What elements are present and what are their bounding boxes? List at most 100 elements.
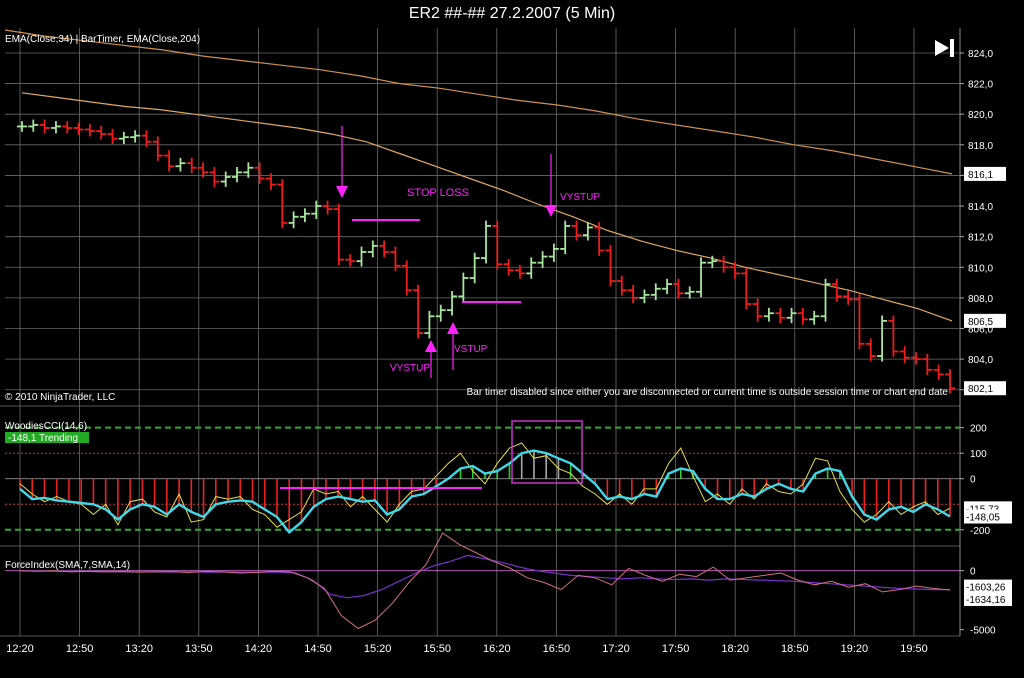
price-bar-66	[763, 307, 774, 322]
price-bar-50	[582, 222, 593, 241]
price-bar-39	[458, 272, 469, 302]
vstup-annotation: VSTUP	[454, 344, 488, 355]
price-bar-54	[628, 284, 639, 304]
price-bar-13	[164, 150, 175, 172]
price-bar-26	[311, 200, 322, 220]
force-tick-1: -5000	[970, 626, 996, 637]
price-bar-55	[639, 289, 650, 304]
cci-tick-0: 200	[970, 424, 987, 435]
price-bar-49	[571, 220, 582, 241]
last-price-tag: 802,1	[964, 381, 1006, 396]
price-tick-8: 808,0	[968, 294, 993, 305]
time-tick-14: 19:20	[841, 643, 869, 655]
price-bar-12	[152, 136, 163, 161]
grid-lines	[0, 28, 961, 637]
force-tick-0: 0	[970, 567, 976, 578]
price-tick-0: 824,0	[968, 49, 993, 60]
ema34-value-tag-text: 806,5	[968, 317, 993, 328]
price-bar-8	[107, 128, 118, 145]
price-tick-2: 820,0	[968, 110, 993, 121]
price-tick-6: 812,0	[968, 233, 993, 244]
force-value-tag-2: -1634,16	[964, 591, 1012, 606]
price-bar-15	[186, 157, 197, 174]
vystup-annotation-top: VYSTUP	[560, 192, 600, 203]
cci-tick-1: 100	[970, 449, 987, 460]
cci-indicator-label: WoodiesCCI(14,6)	[5, 421, 87, 432]
price-bar-28	[333, 203, 344, 265]
force-value-tag-2-text: -1634,16	[966, 595, 1006, 606]
price-bar-36	[424, 310, 435, 339]
price-bar-76	[877, 315, 888, 362]
price-bar-47	[548, 243, 559, 262]
price-bar-24	[288, 211, 299, 229]
price-bar-32	[379, 240, 390, 258]
time-tick-13: 18:50	[781, 643, 809, 655]
price-tick-10: 804,0	[968, 355, 993, 366]
price-bar-71	[820, 278, 831, 322]
price-bar-38	[447, 291, 458, 316]
time-tick-8: 16:20	[483, 643, 511, 655]
price-bar-65	[752, 298, 763, 322]
price-bar-7	[96, 125, 107, 140]
ema-204-line	[4, 29, 953, 175]
price-bar-79	[911, 352, 922, 365]
copyright-label: © 2010 NinjaTrader, LLC	[5, 392, 115, 403]
price-bar-62	[718, 255, 729, 273]
entry-arrow-head	[447, 322, 459, 334]
time-tick-9: 16:50	[543, 643, 571, 655]
ema-34-line	[21, 92, 953, 322]
price-bar-21	[254, 162, 265, 184]
price-bar-57	[662, 278, 673, 295]
ema204-value-tag-text: 816,1	[968, 170, 993, 181]
price-bar-74	[854, 294, 865, 350]
price-bar-35	[413, 284, 424, 339]
price-bar-52	[605, 245, 616, 287]
force-slow-line	[19, 554, 950, 599]
price-bar-6	[84, 124, 95, 137]
price-bar-1	[28, 119, 39, 132]
price-bar-40	[469, 252, 480, 284]
time-tick-2: 13:20	[125, 643, 153, 655]
price-bar-17	[209, 167, 220, 187]
price-bar-18	[220, 171, 231, 187]
price-bar-81	[933, 364, 944, 380]
cci-value-tag-2: -148,05	[964, 509, 1012, 524]
force-value-tag-1: -1603,26	[964, 579, 1012, 594]
price-bar-70	[809, 310, 820, 325]
cci-tick-2: 0	[970, 475, 976, 486]
price-bar-51	[594, 222, 605, 256]
force-indicator-label: ForceIndex(SMA,7,SMA,14)	[5, 560, 130, 571]
bar-timer-message: Bar timer disabled since either you are …	[467, 387, 949, 398]
price-bar-23	[277, 179, 288, 229]
price-bar-10	[130, 130, 141, 143]
price-bar-3	[50, 121, 61, 134]
skip-to-end-icon[interactable]	[935, 39, 954, 57]
price-bar-77	[888, 315, 899, 357]
force-value-tag-1-text: -1603,26	[966, 583, 1006, 594]
price-tick-3: 818,0	[968, 141, 993, 152]
cci-line	[19, 449, 951, 535]
time-tick-7: 15:50	[423, 643, 451, 655]
force-fast-line	[19, 532, 951, 630]
price-bar-78	[899, 346, 910, 363]
price-bar-60	[696, 257, 707, 298]
last-price-tag-text: 802,1	[968, 384, 993, 395]
exit-arrow-3-head	[425, 340, 437, 352]
exit-arrow-2	[545, 154, 557, 217]
price-bar-27	[322, 200, 333, 215]
price-bar-42	[492, 220, 503, 270]
price-bar-2	[39, 119, 50, 134]
price-bar-59	[684, 286, 695, 299]
trend-badge-label: -148,1 Trending	[8, 433, 78, 444]
price-bar-45	[526, 257, 537, 279]
time-tick-10: 17:20	[602, 643, 630, 655]
stop-loss-annotation: STOP LOSS	[407, 187, 469, 199]
price-bar-69	[797, 307, 808, 325]
price-tick-1: 822,0	[968, 80, 993, 91]
time-tick-1: 12:50	[66, 643, 94, 655]
price-bar-34	[401, 260, 412, 296]
cci-value-tag-2-text: -148,05	[966, 513, 1000, 524]
price-bar-41	[481, 220, 491, 264]
price-bar-9	[118, 131, 129, 145]
price-bar-25	[299, 208, 310, 223]
